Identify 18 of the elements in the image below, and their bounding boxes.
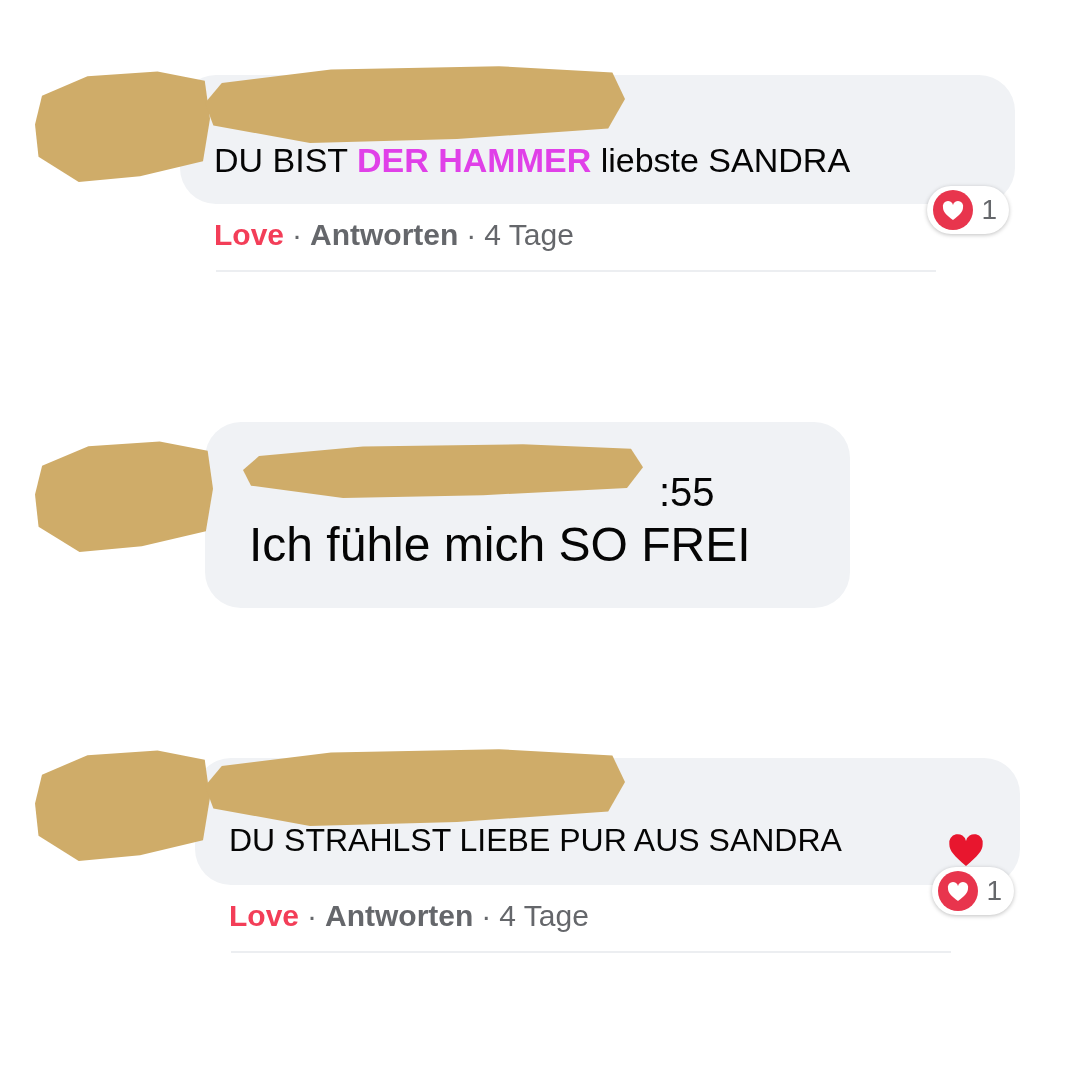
reply-link[interactable]: Antworten [325,899,474,933]
comment-text: DU STRAHLST LIEBE PUR AUS SANDRA [229,822,842,859]
separator-dot: · [466,218,477,252]
comment-text: DU BIST DER HAMMER liebste SANDRA [214,141,851,180]
love-reaction-link[interactable]: Love [229,899,300,933]
separator-dot: · [292,218,303,252]
timestamp: 4 Tage [499,899,589,933]
heart-reaction-icon [933,190,974,230]
reaction-badge[interactable]: 1 [932,867,1014,915]
separator-dot: · [481,899,492,933]
heart-reaction-icon [938,871,979,911]
author-line: :55 [659,470,715,515]
timestamp: 4 Tage [484,218,574,252]
comment-text: Ich fühle mich SO FREI [249,517,751,572]
reaction-badge[interactable]: 1 [927,186,1009,234]
love-reaction-link[interactable]: Love [214,218,285,252]
separator-dot: · [307,899,318,933]
reply-link[interactable]: Antworten [310,218,459,252]
